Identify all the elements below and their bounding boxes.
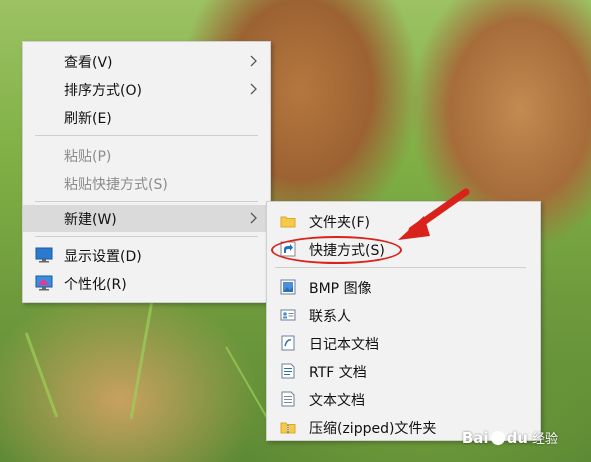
menu-item-view[interactable]: 查看(V): [23, 48, 270, 74]
submenu-item-label: 文件夹(F): [309, 215, 370, 231]
watermark-brand-2: du: [506, 429, 528, 447]
monitor-icon: [35, 247, 53, 263]
grass-blade: [24, 332, 59, 418]
menu-separator: [35, 201, 258, 202]
submenu-separator: [275, 267, 526, 268]
menu-item-personalize[interactable]: 个性化(R): [23, 270, 270, 296]
submenu-item-rtf-document[interactable]: RTF 文档: [267, 358, 540, 384]
submenu-item-label: 联系人: [309, 309, 351, 325]
paw-icon: [490, 431, 505, 445]
bmp-image-icon: [280, 279, 296, 295]
submenu-item-label: RTF 文档: [309, 365, 367, 381]
journal-icon: [281, 335, 295, 351]
chevron-right-icon: [250, 212, 257, 224]
chevron-right-icon: [250, 83, 257, 95]
menu-item-display-settings[interactable]: 显示设置(D): [23, 242, 270, 268]
menu-item-label: 排序方式(O): [64, 83, 142, 99]
submenu-item-journal[interactable]: 日记本文档: [267, 330, 540, 356]
annotation-ellipse: [271, 236, 402, 264]
menu-item-paste-shortcut: 粘贴快捷方式(S): [23, 170, 270, 196]
annotation-arrow-icon: [398, 188, 470, 240]
menu-item-label: 显示设置(D): [64, 249, 142, 265]
contact-icon: [280, 309, 296, 321]
menu-item-label: 个性化(R): [64, 277, 127, 293]
menu-item-label: 刷新(E): [64, 111, 112, 127]
submenu-item-label: 日记本文档: [309, 337, 379, 353]
submenu-item-bmp-image[interactable]: BMP 图像: [267, 274, 540, 300]
menu-item-refresh[interactable]: 刷新(E): [23, 104, 270, 130]
submenu-item-contact[interactable]: 联系人: [267, 302, 540, 328]
watermark-brand: Bai: [461, 429, 489, 447]
rtf-document-icon: [281, 363, 295, 379]
menu-item-sort-by[interactable]: 排序方式(O): [23, 76, 270, 102]
folder-icon: [280, 216, 296, 228]
menu-item-new[interactable]: 新建(W): [23, 205, 270, 232]
grass-blade: [129, 300, 154, 420]
baidu-watermark: Bai du 经验: [462, 428, 558, 447]
submenu-item-label: BMP 图像: [309, 281, 372, 297]
menu-item-label: 粘贴(P): [64, 149, 112, 165]
personalize-icon: [35, 275, 53, 291]
watermark-sub: 经验: [531, 432, 558, 447]
menu-item-label: 新建(W): [64, 212, 117, 228]
desktop-context-menu: 查看(V) 排序方式(O) 刷新(E) 粘贴(P) 粘贴快捷方式(S) 新建(W…: [22, 41, 271, 303]
menu-separator: [35, 236, 258, 237]
menu-separator: [35, 135, 258, 136]
submenu-item-label: 压缩(zipped)文件夹: [309, 421, 437, 437]
submenu-item-label: 文本文档: [309, 393, 365, 409]
menu-item-paste: 粘贴(P): [23, 142, 270, 168]
zip-folder-icon: [280, 422, 296, 434]
chevron-right-icon: [250, 55, 257, 67]
submenu-item-text-document[interactable]: 文本文档: [267, 386, 540, 412]
menu-item-label: 查看(V): [64, 55, 113, 71]
menu-item-label: 粘贴快捷方式(S): [64, 177, 168, 193]
text-document-icon: [281, 391, 295, 407]
